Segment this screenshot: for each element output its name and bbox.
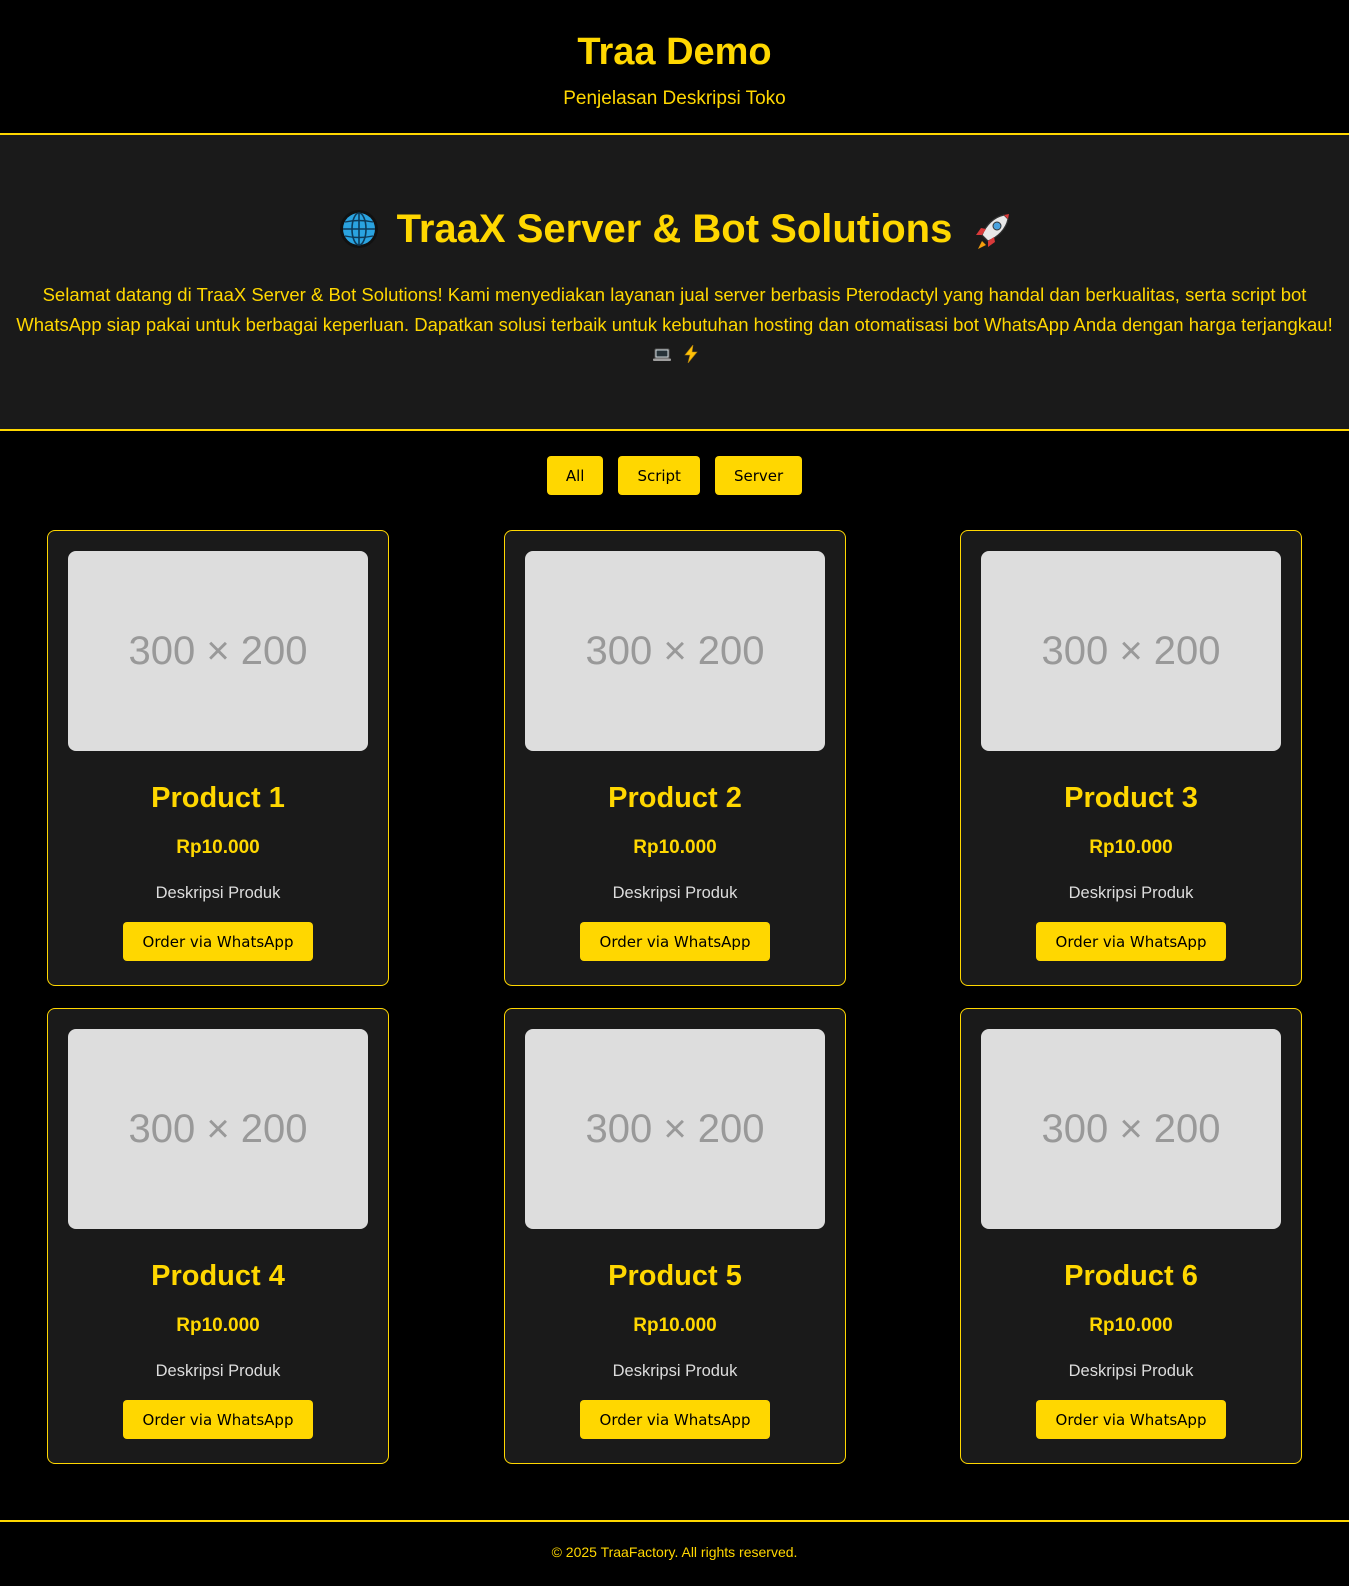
hero-text-block: Selamat datang di TraaX Server & Bot Sol… <box>14 280 1335 370</box>
product-image-placeholder: 300 × 200 <box>981 551 1281 751</box>
product-card: 300 × 200 Product 3 Rp10.000 Deskripsi P… <box>960 530 1302 986</box>
product-price: Rp10.000 <box>176 837 260 858</box>
product-description: Deskripsi Produk <box>612 1362 738 1380</box>
hero-title-row: TraaX Server & Bot Solutions <box>0 205 1349 253</box>
hero-description: Selamat datang di TraaX Server & Bot Sol… <box>16 284 1333 335</box>
order-whatsapp-button[interactable]: Order via WhatsApp <box>1035 1400 1227 1439</box>
product-name: Product 4 <box>151 1260 285 1292</box>
product-name: Product 1 <box>151 782 285 814</box>
site-title: Traa Demo <box>577 31 772 73</box>
product-card: 300 × 200 Product 5 Rp10.000 Deskripsi P… <box>504 1008 846 1464</box>
product-grid: 300 × 200 Product 1 Rp10.000 Deskripsi P… <box>0 530 1349 1475</box>
product-name: Product 2 <box>608 782 742 814</box>
order-whatsapp-button[interactable]: Order via WhatsApp <box>122 1400 314 1439</box>
product-image-placeholder: 300 × 200 <box>525 1029 825 1229</box>
product-image-placeholder: 300 × 200 <box>525 551 825 751</box>
order-whatsapp-button[interactable]: Order via WhatsApp <box>579 1400 771 1439</box>
product-card: 300 × 200 Product 6 Rp10.000 Deskripsi P… <box>960 1008 1302 1464</box>
laptop-icon <box>652 342 672 361</box>
product-name: Product 3 <box>1064 782 1198 814</box>
product-description: Deskripsi Produk <box>1068 884 1194 902</box>
product-price: Rp10.000 <box>1089 837 1173 858</box>
product-description: Deskripsi Produk <box>155 884 281 902</box>
footer-copyright: © 2025 TraaFactory. All rights reserved. <box>551 1544 798 1560</box>
filter-script-button[interactable]: Script <box>618 456 700 495</box>
product-price: Rp10.000 <box>633 1315 717 1336</box>
product-price: Rp10.000 <box>176 1315 260 1336</box>
product-card: 300 × 200 Product 2 Rp10.000 Deskripsi P… <box>504 530 846 986</box>
product-price: Rp10.000 <box>1089 1315 1173 1336</box>
globe-icon <box>339 209 379 249</box>
product-card: 300 × 200 Product 1 Rp10.000 Deskripsi P… <box>47 530 389 986</box>
site-header: Traa Demo Penjelasan Deskripsi Toko <box>0 0 1349 135</box>
order-whatsapp-button[interactable]: Order via WhatsApp <box>579 922 771 961</box>
product-description: Deskripsi Produk <box>155 1362 281 1380</box>
product-description: Deskripsi Produk <box>1068 1362 1194 1380</box>
site-footer: © 2025 TraaFactory. All rights reserved. <box>0 1520 1349 1586</box>
product-image-placeholder: 300 × 200 <box>68 551 368 751</box>
hero-title: TraaX Server & Bot Solutions <box>396 207 953 251</box>
product-image-placeholder: 300 × 200 <box>981 1029 1281 1229</box>
product-image-placeholder: 300 × 200 <box>68 1029 368 1229</box>
order-whatsapp-button[interactable]: Order via WhatsApp <box>122 922 314 961</box>
filter-all-button[interactable]: All <box>546 456 604 495</box>
product-name: Product 5 <box>608 1260 742 1292</box>
product-description: Deskripsi Produk <box>612 884 738 902</box>
product-card: 300 × 200 Product 4 Rp10.000 Deskripsi P… <box>47 1008 389 1464</box>
category-filter-bar: All Script Server <box>0 456 1349 495</box>
lightning-icon <box>681 342 701 364</box>
filter-server-button[interactable]: Server <box>714 456 803 495</box>
product-price: Rp10.000 <box>633 837 717 858</box>
rocket-icon <box>970 209 1010 249</box>
order-whatsapp-button[interactable]: Order via WhatsApp <box>1035 922 1227 961</box>
hero-section: TraaX Server & Bot Solutions Selamat dat… <box>0 135 1349 431</box>
product-name: Product 6 <box>1064 1260 1198 1292</box>
site-subtitle: Penjelasan Deskripsi Toko <box>563 88 786 109</box>
